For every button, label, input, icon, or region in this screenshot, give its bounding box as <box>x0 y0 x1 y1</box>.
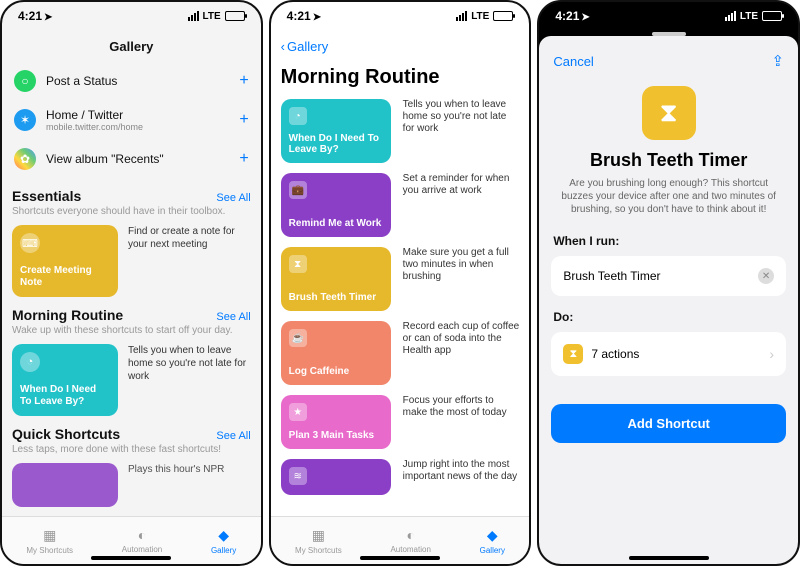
add-icon[interactable]: + <box>239 111 248 129</box>
nav-bar: ‹Gallery <box>271 30 530 62</box>
signal-icon <box>725 11 736 21</box>
grid-icon: ▦ <box>43 527 56 544</box>
add-shortcut-button[interactable]: Add Shortcut <box>551 404 786 443</box>
add-icon[interactable]: + <box>239 72 248 90</box>
briefcase-icon: 💼 <box>289 181 307 199</box>
tab-automation[interactable]: ◐Automation <box>122 527 162 554</box>
location-arrow-icon: ➤ <box>313 12 321 23</box>
stack-icon: ◆ <box>487 527 498 544</box>
battery-icon <box>493 11 513 21</box>
when-i-run-row[interactable]: Brush Teeth Timer ✕ <box>551 256 786 296</box>
photos-icon: ✿ <box>14 148 36 170</box>
whatsapp-icon: ○ <box>14 70 36 92</box>
sheet-grabber[interactable] <box>539 36 798 38</box>
hourglass-icon: ⧗ <box>563 344 583 364</box>
page-title: Morning Routine <box>281 62 520 99</box>
clock-icon: ◔ <box>20 352 40 372</box>
star-icon: ★ <box>289 403 307 421</box>
home-indicator[interactable] <box>91 556 171 560</box>
status-bar: 4:21➤ LTE <box>2 2 261 30</box>
see-all-link[interactable]: See All <box>216 311 250 323</box>
status-bar: 4:21➤ LTE <box>539 2 798 30</box>
card-remind-work[interactable]: 💼Remind Me at Work <box>281 173 391 237</box>
tab-gallery[interactable]: ◆Gallery <box>211 527 236 555</box>
nav-bar: Gallery <box>2 30 261 62</box>
tab-my-shortcuts[interactable]: ▦My Shortcuts <box>26 527 73 555</box>
cancel-button[interactable]: Cancel <box>553 54 593 69</box>
tab-my-shortcuts[interactable]: ▦My Shortcuts <box>295 527 342 555</box>
back-button[interactable]: ‹Gallery <box>281 39 329 54</box>
hourglass-icon: ⧗ <box>289 255 307 273</box>
section-title-morning: Morning Routine <box>12 307 123 323</box>
section-title-quick: Quick Shortcuts <box>12 426 120 442</box>
card-leave-by[interactable]: ◔ When Do I Need To Leave By? <box>12 344 118 416</box>
see-all-link[interactable]: See All <box>216 192 250 204</box>
card-plan-tasks[interactable]: ★Plan 3 Main Tasks <box>281 395 391 449</box>
card-leave-by[interactable]: ◔When Do I Need To Leave By? <box>281 99 391 163</box>
share-button[interactable]: ⇪ <box>771 52 784 70</box>
safari-icon: ✶ <box>14 109 36 131</box>
card-news[interactable]: ≋ <box>281 459 391 495</box>
clock-icon: ◐ <box>138 527 146 543</box>
signal-icon <box>188 11 199 21</box>
grid-icon: ▦ <box>312 527 325 544</box>
shortcut-row[interactable]: ✶ Home / Twittermobile.twitter.com/home … <box>12 100 251 140</box>
battery-icon <box>762 11 782 21</box>
shortcut-description: Are you brushing long enough? This short… <box>539 171 798 230</box>
stack-icon: ◆ <box>218 527 229 544</box>
tab-gallery[interactable]: ◆Gallery <box>480 527 505 555</box>
mug-icon: ☕ <box>289 329 307 347</box>
when-label: When I run: <box>539 230 798 252</box>
page-title: Gallery <box>12 39 251 54</box>
tab-automation[interactable]: ◐Automation <box>390 527 430 554</box>
battery-icon <box>225 11 245 21</box>
chevron-left-icon: ‹ <box>281 39 285 54</box>
card-npr[interactable] <box>12 463 118 507</box>
shortcut-row[interactable]: ○ Post a Status + <box>12 62 251 100</box>
add-icon[interactable]: + <box>239 150 248 168</box>
signal-icon <box>456 11 467 21</box>
see-all-link[interactable]: See All <box>216 430 250 442</box>
do-actions-row[interactable]: ⧗7 actions › <box>551 332 786 376</box>
keyboard-icon: ⌨ <box>20 233 40 253</box>
clock-icon: ◔ <box>289 107 307 125</box>
card-log-caffeine[interactable]: ☕Log Caffeine <box>281 321 391 385</box>
card-brush-teeth[interactable]: ⧗Brush Teeth Timer <box>281 247 391 311</box>
section-title-essentials: Essentials <box>12 188 81 204</box>
location-arrow-icon: ➤ <box>581 12 589 23</box>
location-arrow-icon: ➤ <box>44 12 52 23</box>
hourglass-icon: ⧗ <box>642 86 696 140</box>
clear-icon[interactable]: ✕ <box>758 268 774 284</box>
status-bar: 4:21➤ LTE <box>271 2 530 30</box>
do-label: Do: <box>539 306 798 328</box>
card-create-meeting-note[interactable]: ⌨ Create Meeting Note <box>12 225 118 297</box>
home-indicator[interactable] <box>360 556 440 560</box>
rss-icon: ≋ <box>289 467 307 485</box>
clock-icon: ◐ <box>406 527 414 543</box>
home-indicator[interactable] <box>629 556 709 560</box>
shortcut-row[interactable]: ✿ View album "Recents" + <box>12 140 251 178</box>
shortcut-title: Brush Teeth Timer <box>539 150 798 171</box>
chevron-right-icon: › <box>769 346 774 362</box>
